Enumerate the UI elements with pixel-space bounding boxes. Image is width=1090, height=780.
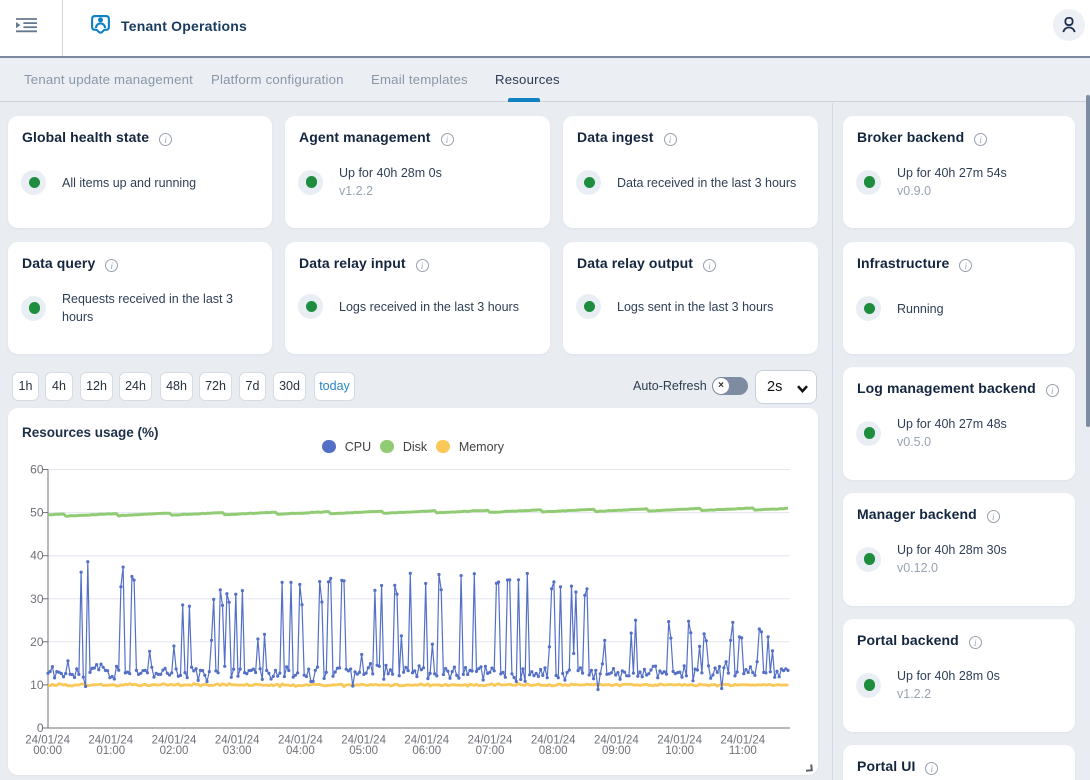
svg-text:10: 10: [30, 678, 44, 692]
svg-text:06:00: 06:00: [412, 745, 441, 757]
svg-text:04:00: 04:00: [286, 745, 315, 757]
svg-text:03:00: 03:00: [223, 745, 252, 757]
svg-text:20: 20: [30, 635, 44, 649]
svg-text:02:00: 02:00: [160, 745, 189, 757]
svg-text:01:00: 01:00: [96, 745, 125, 757]
svg-text:50: 50: [30, 506, 44, 520]
svg-text:00:00: 00:00: [33, 745, 62, 757]
svg-text:07:00: 07:00: [476, 745, 505, 757]
svg-text:30: 30: [30, 592, 44, 606]
svg-text:11:00: 11:00: [729, 745, 757, 757]
svg-text:09:00: 09:00: [602, 745, 631, 757]
svg-text:0: 0: [37, 721, 44, 735]
svg-text:08:00: 08:00: [539, 745, 568, 757]
svg-text:60: 60: [30, 463, 44, 477]
svg-text:05:00: 05:00: [349, 745, 378, 757]
svg-text:40: 40: [30, 549, 44, 563]
svg-text:10:00: 10:00: [665, 745, 694, 757]
